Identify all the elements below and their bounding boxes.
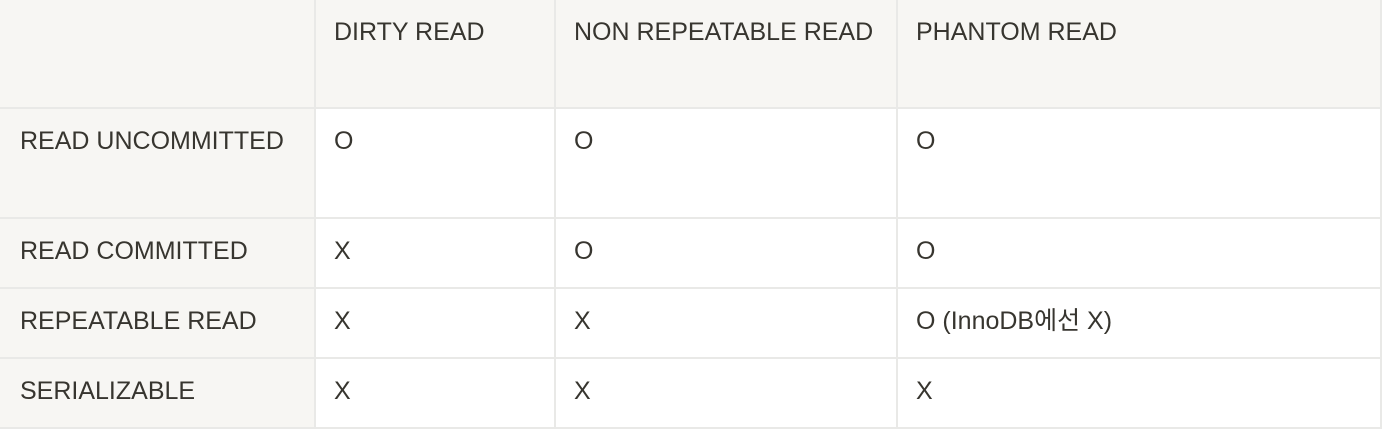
table-row: READ UNCOMMITTED O O O: [0, 108, 1382, 219]
table-cell: X: [554, 287, 898, 359]
table-cell: O: [554, 108, 898, 219]
header-corner-cell: [0, 0, 316, 109]
table-cell: X: [314, 287, 556, 359]
row-header-serializable: SERIALIZABLE: [0, 357, 316, 429]
table-row: READ COMMITTED X O O: [0, 217, 1382, 289]
table-cell: O: [554, 217, 898, 289]
column-header-phantom-read: PHANTOM READ: [896, 0, 1382, 109]
table-header-row: DIRTY READ NON REPEATABLE READ PHANTOM R…: [0, 0, 1382, 109]
table-cell: X: [314, 357, 556, 429]
row-header-read-uncommitted: READ UNCOMMITTED: [0, 108, 316, 219]
table-row: REPEATABLE READ X X O (InnoDB에선 X): [0, 287, 1382, 359]
table-cell: O (InnoDB에선 X): [896, 287, 1382, 359]
row-header-repeatable-read: REPEATABLE READ: [0, 287, 316, 359]
table-row: SERIALIZABLE X X X: [0, 357, 1382, 429]
column-header-dirty-read: DIRTY READ: [314, 0, 556, 109]
table-cell: X: [554, 357, 898, 429]
table-cell: O: [896, 108, 1382, 219]
column-header-non-repeatable-read: NON REPEATABLE READ: [554, 0, 898, 109]
row-header-read-committed: READ COMMITTED: [0, 217, 316, 289]
table-cell: O: [314, 108, 556, 219]
isolation-level-table: DIRTY READ NON REPEATABLE READ PHANTOM R…: [0, 0, 1382, 429]
table-cell: O: [896, 217, 1382, 289]
table-cell: X: [314, 217, 556, 289]
table-cell: X: [896, 357, 1382, 429]
